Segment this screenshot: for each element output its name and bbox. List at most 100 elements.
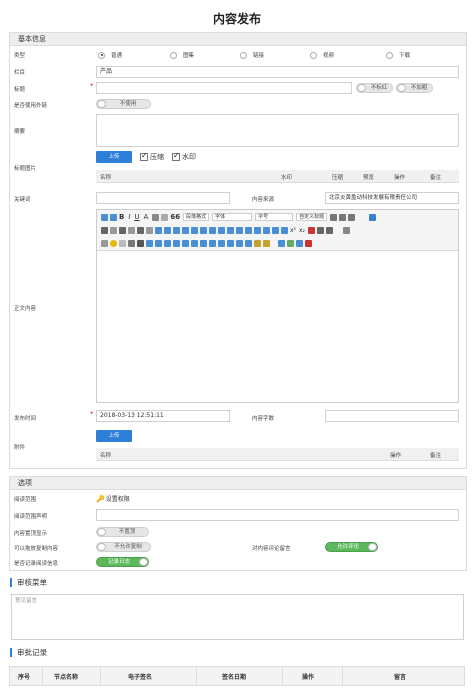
fullscreen-icon[interactable]: [369, 213, 377, 221]
column-label: 栏目: [14, 70, 26, 76]
type-radio-download[interactable]: 下载: [386, 51, 410, 59]
font-color-icon[interactable]: A: [144, 213, 149, 221]
split-col-icon[interactable]: [227, 226, 234, 234]
log-toggle[interactable]: 记录日志: [96, 557, 149, 567]
format-icon[interactable]: [152, 213, 160, 221]
scope-permission-link[interactable]: 🔑 设置权限: [96, 494, 130, 504]
video-icon[interactable]: [182, 239, 189, 247]
para-format-select[interactable]: 段落格式: [183, 213, 210, 221]
insert-row-icon[interactable]: [164, 226, 171, 234]
underline-icon[interactable]: U: [134, 213, 139, 221]
align-center-icon[interactable]: [339, 213, 347, 221]
type-radio-video[interactable]: 视频: [310, 51, 334, 59]
format-painter-icon[interactable]: [254, 239, 261, 247]
emoji-icon[interactable]: [110, 239, 117, 247]
code-icon[interactable]: [218, 239, 225, 247]
extlink-toggle[interactable]: 不使用: [96, 99, 151, 109]
body-label: 正文内容: [14, 306, 37, 312]
indent-icon[interactable]: [119, 226, 126, 234]
italic-icon[interactable]: I: [128, 213, 130, 221]
horizontal-rule-icon[interactable]: [101, 239, 108, 247]
unlink-icon[interactable]: [164, 239, 171, 247]
bold-icon[interactable]: B: [119, 213, 124, 221]
anchor-icon[interactable]: [146, 239, 153, 247]
align-left-icon[interactable]: [330, 213, 338, 221]
source-input[interactable]: 北京炎黄盈动科技发展有限责任公司: [325, 192, 459, 204]
after-table-icon[interactable]: [272, 226, 279, 234]
before-table-icon[interactable]: [263, 226, 270, 234]
help-icon[interactable]: [305, 239, 312, 247]
attachment-icon[interactable]: [296, 239, 303, 247]
chart-icon[interactable]: [245, 239, 252, 247]
type-radio-gallery[interactable]: 图集: [170, 51, 194, 59]
ordered-list-icon[interactable]: [137, 226, 144, 234]
time-icon[interactable]: [325, 226, 333, 234]
redo-icon[interactable]: [110, 213, 117, 221]
page-break-icon[interactable]: [119, 239, 126, 247]
radio-dot: [240, 51, 247, 59]
cell-props-icon[interactable]: [245, 226, 252, 234]
template-icon[interactable]: [227, 239, 234, 247]
date-icon[interactable]: [316, 226, 324, 234]
link-icon[interactable]: [155, 239, 162, 247]
paste-icon[interactable]: [342, 226, 350, 234]
background-icon[interactable]: [236, 239, 243, 247]
custom-title-select[interactable]: 自定义标题: [296, 213, 328, 221]
title-input[interactable]: [96, 82, 352, 94]
merge-cells-icon[interactable]: [200, 226, 207, 234]
type-radio-normal[interactable]: 普通: [98, 51, 122, 59]
table-props-icon[interactable]: [236, 226, 243, 234]
log-label: 是否记录阅读信息: [14, 561, 59, 567]
thumb-upload-button[interactable]: 上传: [96, 151, 132, 163]
word-count-input[interactable]: [325, 410, 459, 422]
summary-textarea[interactable]: [96, 114, 459, 147]
delete-col-icon[interactable]: [191, 226, 198, 234]
compress-checkbox[interactable]: 压缩: [140, 151, 164, 162]
top-toggle[interactable]: 不置顶: [96, 527, 149, 537]
opinion-textarea[interactable]: 意见留言: [11, 594, 464, 640]
undo-icon[interactable]: [101, 213, 108, 221]
table-icon[interactable]: [155, 226, 162, 234]
split-row-icon[interactable]: [218, 226, 225, 234]
watermark-checkbox[interactable]: 水印: [172, 151, 196, 162]
image-icon[interactable]: [173, 239, 180, 247]
keywords-input[interactable]: [96, 192, 230, 204]
publish-time-input[interactable]: 2018-03-13 12:51:11: [96, 410, 230, 422]
quote-icon[interactable]: 66: [170, 213, 180, 221]
search-replace-icon[interactable]: [128, 239, 135, 247]
top-label: 内容置顶显示: [14, 531, 48, 537]
split-cells-icon[interactable]: [209, 226, 216, 234]
align-right-icon[interactable]: [348, 213, 356, 221]
delete-row-icon[interactable]: [182, 226, 189, 234]
insert-col-icon[interactable]: [173, 226, 180, 234]
spacing-icon[interactable]: [110, 226, 117, 234]
size-select[interactable]: 字号: [255, 213, 294, 221]
copy-toggle[interactable]: 不允许复制: [96, 542, 151, 552]
comment-toggle[interactable]: 允许评论: [325, 542, 378, 552]
remove-format-icon[interactable]: [307, 226, 315, 234]
preview-icon[interactable]: [278, 239, 285, 247]
superscript-icon[interactable]: x²: [290, 227, 296, 234]
title-bold-toggle[interactable]: 不加粗: [396, 83, 433, 93]
rich-text-editor[interactable]: B I U A 66 段落格式 字体 字号 自定义标题 x² x₂: [96, 209, 459, 403]
attach-upload-button[interactable]: 上传: [96, 430, 132, 442]
scope-decl-input[interactable]: [96, 509, 459, 521]
subscript-icon[interactable]: x₂: [299, 227, 305, 234]
toolbar-row-2: x² x₂: [101, 225, 352, 235]
unordered-list-icon[interactable]: [146, 226, 153, 234]
align-table-icon[interactable]: [281, 226, 288, 234]
music-icon[interactable]: [191, 239, 198, 247]
iframe-icon[interactable]: [209, 239, 216, 247]
outdent-icon[interactable]: [128, 226, 135, 234]
special-char-icon[interactable]: [137, 239, 144, 247]
strike-icon[interactable]: [161, 213, 169, 221]
column-field[interactable]: 产品: [96, 66, 459, 78]
print-icon[interactable]: [287, 239, 294, 247]
map-icon[interactable]: [200, 239, 207, 247]
type-radio-link[interactable]: 链接: [240, 51, 264, 59]
line-height-icon[interactable]: [101, 226, 108, 234]
font-select[interactable]: 字体: [212, 213, 253, 221]
delete-table-icon[interactable]: [254, 226, 261, 234]
title-red-toggle[interactable]: 不标红: [356, 83, 393, 93]
clear-doc-icon[interactable]: [263, 239, 270, 247]
